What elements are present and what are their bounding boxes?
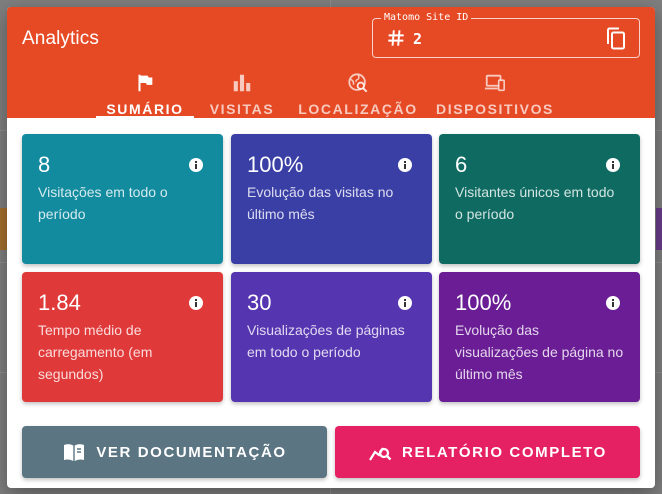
stat-value: 6 bbox=[455, 152, 468, 177]
backdrop-tab bbox=[656, 208, 662, 250]
info-icon[interactable] bbox=[189, 158, 203, 172]
stat-card-pageviews-evolution: 100% Evolução das visualizações de págin… bbox=[439, 272, 640, 402]
stat-value: 100% bbox=[455, 290, 512, 315]
hash-icon bbox=[388, 30, 404, 46]
tab-label: DISPOSITIVOS bbox=[436, 101, 554, 117]
tab-label: LOCALIZAÇÃO bbox=[298, 101, 418, 117]
stat-card-unique-visitors: 6 Visitantes únicos em todo o período bbox=[439, 134, 640, 264]
info-icon[interactable] bbox=[606, 158, 620, 172]
info-icon[interactable] bbox=[398, 296, 412, 310]
analytics-dialog: Analytics Matomo Site ID 2 SUMÁRIO VISIT… bbox=[7, 7, 655, 488]
stat-value: 8 bbox=[38, 152, 51, 177]
tab-summary[interactable]: SUMÁRIO bbox=[96, 67, 194, 118]
dialog-title: Analytics bbox=[22, 28, 99, 49]
devices-icon bbox=[484, 74, 505, 92]
tab-label: SUMÁRIO bbox=[106, 101, 184, 117]
copy-icon[interactable] bbox=[605, 27, 627, 51]
tab-devices[interactable]: DISPOSITIVOS bbox=[435, 67, 555, 118]
stat-description: Evolução das visitas no último mês bbox=[247, 184, 394, 222]
stat-description: Visitantes únicos em todo o período bbox=[455, 184, 615, 222]
site-id-field[interactable]: Matomo Site ID 2 bbox=[372, 12, 640, 58]
site-id-value: 2 bbox=[413, 30, 423, 48]
full-report-button[interactable]: RELATÓRIO COMPLETO bbox=[335, 426, 640, 478]
stat-card-visits: 8 Visitações em todo o período bbox=[22, 134, 223, 264]
stat-description: Evolução das visualizações de página no … bbox=[455, 322, 624, 382]
tab-visits[interactable]: VISITAS bbox=[204, 67, 280, 118]
stat-description: Tempo médio de carregamento (em segundos… bbox=[38, 322, 153, 382]
stat-card-load-time: 1.84 Tempo médio de carregamento (em seg… bbox=[22, 272, 223, 402]
button-label: RELATÓRIO COMPLETO bbox=[402, 443, 607, 461]
info-icon[interactable] bbox=[189, 296, 203, 310]
stat-card-visits-evolution: 100% Evolução das visitas no último mês bbox=[231, 134, 432, 264]
flag-icon bbox=[138, 74, 153, 92]
stat-value: 1.84 bbox=[38, 290, 81, 315]
tab-location[interactable]: LOCALIZAÇÃO bbox=[297, 67, 419, 118]
view-documentation-button[interactable]: VER DOCUMENTAÇÃO bbox=[22, 426, 327, 478]
button-label: VER DOCUMENTAÇÃO bbox=[96, 443, 287, 461]
stat-description: Visualizações de páginas em todo o perío… bbox=[247, 322, 405, 360]
stat-value: 100% bbox=[247, 152, 304, 177]
globe-search-icon bbox=[348, 73, 368, 93]
book-icon bbox=[64, 444, 85, 461]
stat-card-pageviews: 30 Visualizações de páginas em todo o pe… bbox=[231, 272, 432, 402]
stat-description: Visitações em todo o período bbox=[38, 184, 168, 222]
dialog-header: Analytics Matomo Site ID 2 SUMÁRIO VISIT… bbox=[7, 7, 655, 118]
tab-label: VISITAS bbox=[209, 101, 275, 117]
chart-search-icon bbox=[369, 447, 392, 461]
bar-chart-icon bbox=[233, 74, 251, 92]
info-icon[interactable] bbox=[398, 158, 412, 172]
info-icon[interactable] bbox=[606, 296, 620, 310]
site-id-label: Matomo Site ID bbox=[381, 12, 472, 24]
stat-value: 30 bbox=[247, 290, 272, 315]
